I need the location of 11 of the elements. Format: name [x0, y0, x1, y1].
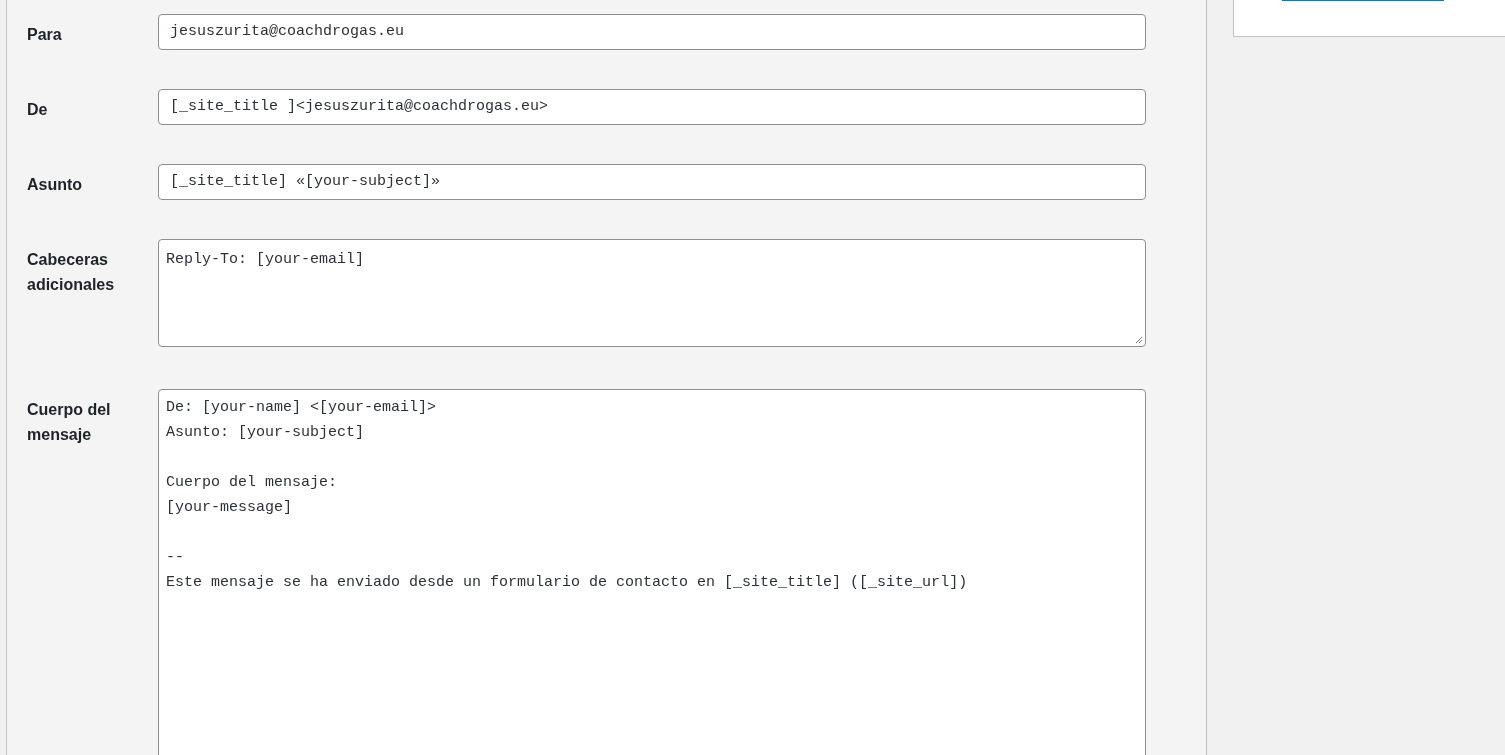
field-label: De	[26, 100, 49, 120]
field-label: Cuerpo del mensaje	[26, 400, 112, 445]
text-field[interactable]: jesuszurita@coachdrogas.eu	[158, 14, 1146, 50]
text-field[interactable]: [_site_title ]<jesuszurita@coachdrogas.eu>	[158, 89, 1146, 125]
text-field[interactable]: De: [your-name] <[your-email]> Asunto: [your-subject] Cuerpo del mensaje: [your-message] -- Este mensaje se ha enviado desde un formulario de contacto en [_site_title] ([_site_url])	[158, 389, 1146, 755]
field-label: Para	[26, 25, 63, 45]
text-field[interactable]: Reply-To: [your-email]	[158, 239, 1146, 347]
field-label: Asunto	[26, 175, 84, 195]
field-label: Cabeceras adicionales	[26, 250, 116, 295]
resize-handle-icon[interactable]	[1135, 336, 1143, 344]
text-field[interactable]: [_site_title] «[your-subject]»	[158, 164, 1146, 200]
